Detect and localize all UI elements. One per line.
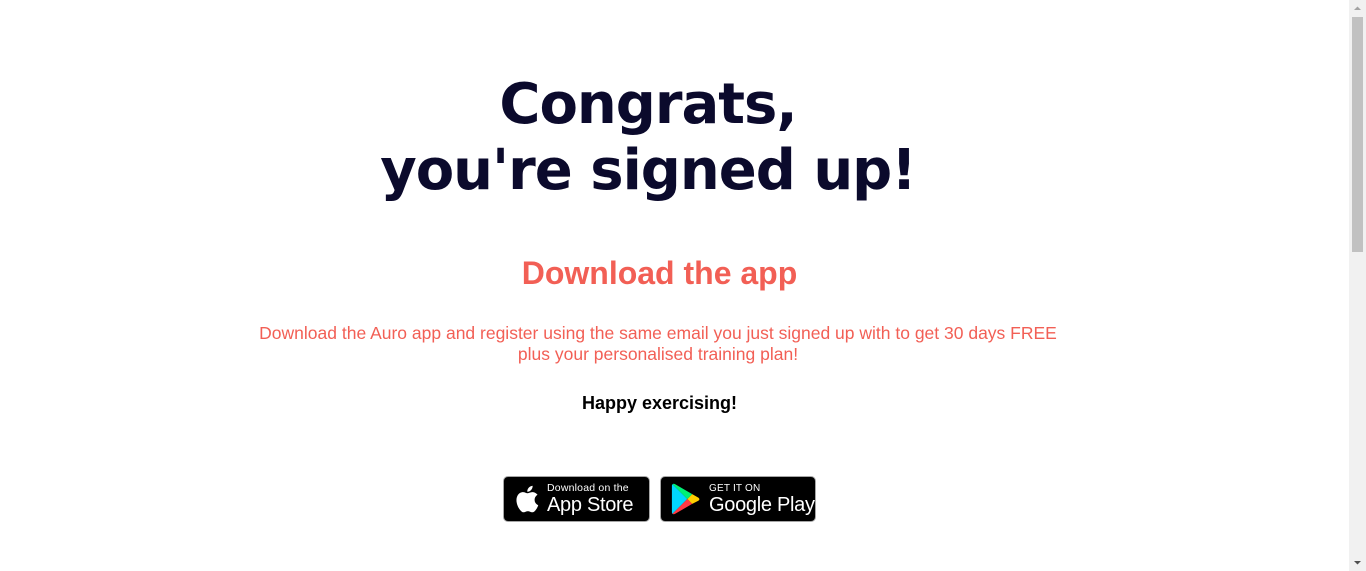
google-play-text: GET IT ON Google Play bbox=[709, 483, 815, 516]
page: Congrats, you're signed up! Download the… bbox=[0, 0, 1366, 571]
scrollbar-thumb[interactable] bbox=[1352, 17, 1363, 252]
scroll-down-arrow-icon[interactable] bbox=[1349, 554, 1366, 571]
google-play-icon bbox=[669, 483, 703, 515]
google-play-button[interactable]: GET IT ON Google Play bbox=[660, 476, 816, 522]
download-heading: Download the app bbox=[521, 255, 798, 291]
headline-congrats: Congrats, bbox=[499, 72, 797, 137]
app-store-large-text: App Store bbox=[547, 493, 634, 516]
app-store-button[interactable]: Download on the App Store bbox=[503, 476, 650, 522]
google-play-small-text: GET IT ON bbox=[709, 482, 761, 494]
app-store-small-text: Download on the bbox=[547, 481, 629, 494]
headline-signed-up: you're signed up! bbox=[380, 138, 917, 203]
google-play-large-text: Google Play bbox=[709, 493, 815, 516]
closing-message: Happy exercising! bbox=[581, 393, 738, 413]
apple-icon bbox=[513, 485, 541, 513]
signup-confirmation: Congrats, you're signed up! Download the… bbox=[0, 0, 1350, 571]
download-description: Download the Auro app and register using… bbox=[255, 323, 1061, 365]
vertical-scrollbar[interactable] bbox=[1349, 0, 1366, 571]
scroll-up-arrow-icon[interactable] bbox=[1349, 0, 1366, 17]
description-line-2: plus your personalised training plan! bbox=[517, 344, 799, 364]
description-line-1: Download the Auro app and register using… bbox=[259, 323, 1057, 343]
app-store-text: Download on the App Store bbox=[547, 481, 634, 516]
